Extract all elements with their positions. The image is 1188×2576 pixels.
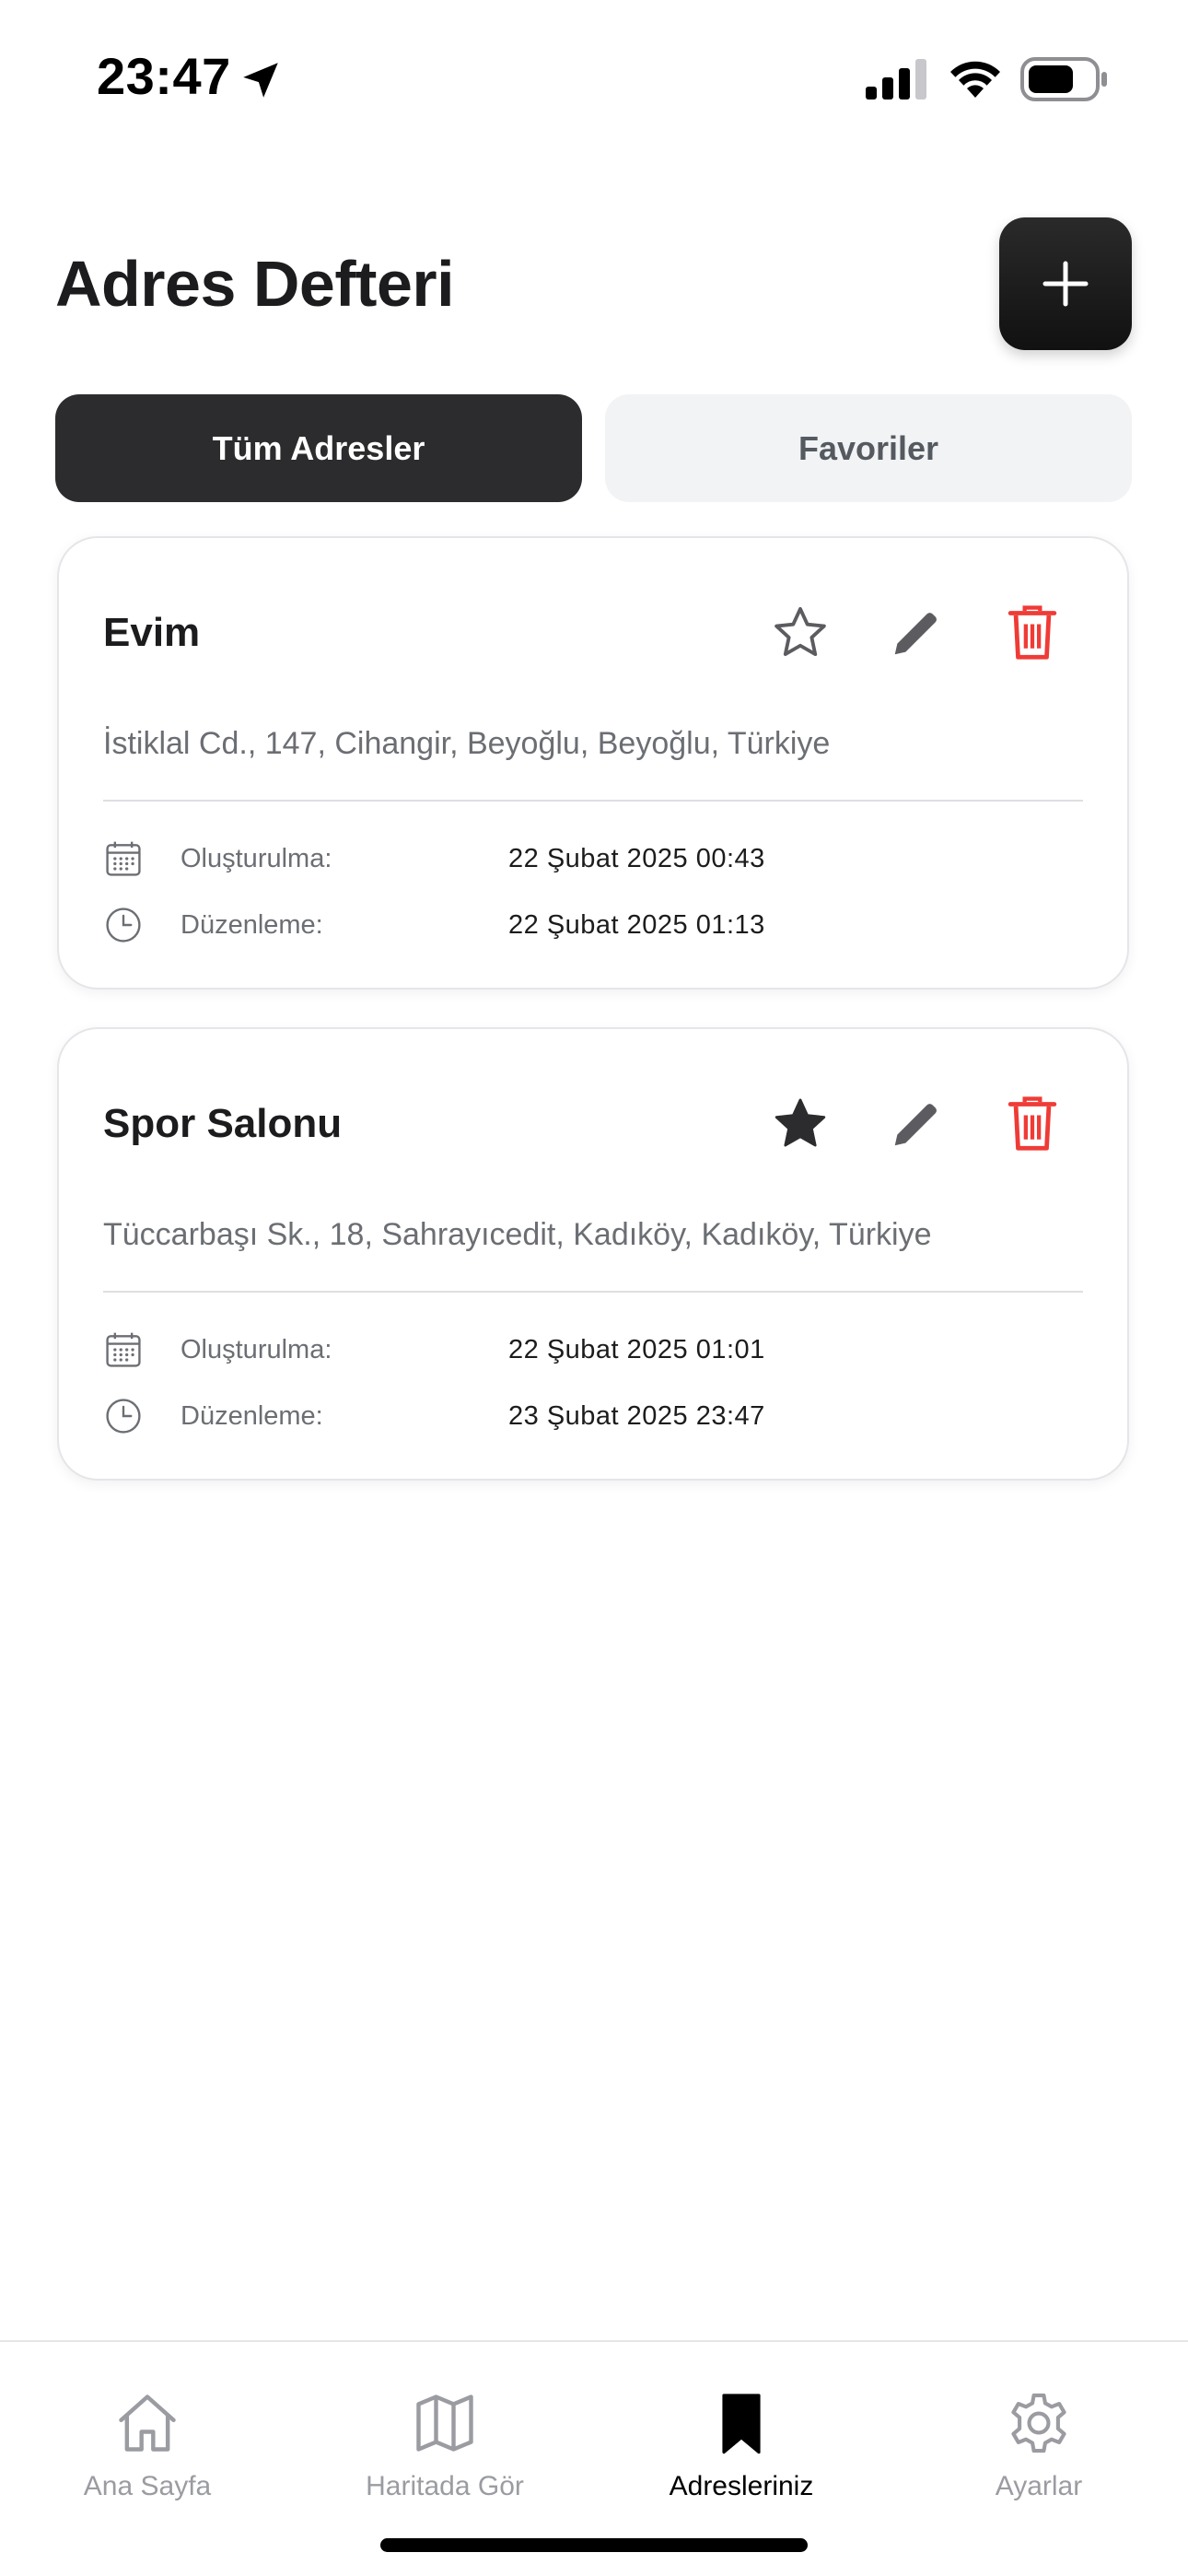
page-title: Adres Defteri — [55, 248, 455, 320]
nav-label: Adresleriniz — [669, 2471, 814, 2501]
star-outline-icon — [775, 606, 826, 657]
nav-item-map[interactable]: Haritada Gör — [297, 2388, 592, 2502]
pencil-icon — [894, 613, 937, 655]
edited-value: 23 Şubat 2025 23:47 — [508, 1400, 765, 1431]
edited-label: Düzenleme: — [181, 1400, 323, 1431]
clock-icon — [106, 1399, 141, 1434]
delete-button[interactable] — [1002, 1094, 1063, 1154]
created-row: Oluşturulma: 22 Şubat 2025 01:01 — [103, 1329, 764, 1370]
plus-icon — [1042, 261, 1089, 307]
trash-icon — [1007, 1096, 1057, 1151]
address-card[interactable]: Spor Salonu Tüccarbaşı Sk., 18, Sahrayıc… — [57, 1027, 1129, 1481]
status-time: 23:47 — [97, 47, 231, 105]
created-row: Oluşturulma: 22 Şubat 2025 00:43 — [103, 838, 764, 879]
location-arrow-icon — [243, 63, 278, 98]
card-actions — [770, 1094, 1063, 1154]
calendar-icon — [106, 1332, 141, 1367]
delete-button[interactable] — [1002, 603, 1063, 663]
add-address-button[interactable] — [999, 217, 1132, 350]
home-icon — [119, 2395, 176, 2452]
address-name: Evim — [103, 610, 201, 655]
edited-label: Düzenleme: — [181, 909, 323, 940]
tab-favorites[interactable]: Favoriler — [605, 394, 1132, 502]
battery-icon — [1020, 57, 1107, 101]
address-card[interactable]: Evim İstiklal Cd., 147, Cihangir, Beyoğl… — [57, 536, 1129, 989]
edited-value: 22 Şubat 2025 01:13 — [508, 909, 765, 940]
edited-row: Düzenleme: 23 Şubat 2025 23:47 — [103, 1396, 764, 1436]
nav-label: Ayarlar — [995, 2471, 1083, 2501]
calendar-icon — [106, 841, 141, 876]
nav-label: Haritada Gör — [366, 2471, 524, 2501]
cellular-signal-icon — [866, 59, 926, 100]
home-indicator — [380, 2538, 808, 2552]
divider — [103, 800, 1083, 802]
status-bar: 23:47 — [0, 0, 1188, 157]
address-book-screen: 23:47 Adres Defteri Tüm Adresler Favoril… — [0, 0, 1188, 2576]
nav-item-home[interactable]: Ana Sayfa — [0, 2388, 295, 2502]
created-value: 22 Şubat 2025 00:43 — [508, 843, 765, 873]
card-actions — [770, 603, 1063, 663]
favorite-button[interactable] — [770, 1094, 831, 1154]
star-filled-icon — [775, 1098, 826, 1147]
address-name: Spor Salonu — [103, 1101, 343, 1146]
created-label: Oluşturulma: — [181, 843, 332, 873]
edit-button[interactable] — [886, 603, 947, 663]
address-text: İstiklal Cd., 147, Cihangir, Beyoğlu, Be… — [103, 726, 831, 761]
nav-label: Ana Sayfa — [83, 2471, 212, 2501]
gear-icon — [1011, 2393, 1066, 2453]
favorite-button[interactable] — [770, 603, 831, 663]
clock-icon — [106, 907, 141, 943]
created-value: 22 Şubat 2025 01:01 — [508, 1334, 765, 1364]
map-icon — [416, 2395, 473, 2452]
divider — [103, 1291, 1083, 1293]
trash-icon — [1007, 605, 1057, 660]
edit-button[interactable] — [886, 1094, 947, 1154]
nav-item-addresses[interactable]: Adresleriniz — [594, 2388, 889, 2502]
nav-item-settings[interactable]: Ayarlar — [891, 2388, 1186, 2502]
bookmark-icon — [722, 2394, 761, 2454]
edited-row: Düzenleme: 22 Şubat 2025 01:13 — [103, 905, 764, 945]
tab-all-addresses[interactable]: Tüm Adresler — [55, 394, 582, 502]
wifi-icon — [950, 61, 1000, 98]
pencil-icon — [894, 1104, 937, 1146]
created-label: Oluşturulma: — [181, 1334, 332, 1364]
address-text: Tüccarbaşı Sk., 18, Sahrayıcedit, Kadıkö… — [103, 1217, 932, 1252]
